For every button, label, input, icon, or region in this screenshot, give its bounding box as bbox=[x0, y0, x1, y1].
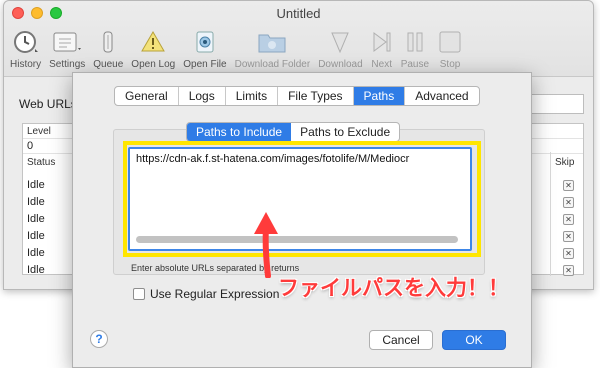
next-button[interactable]: Next bbox=[371, 27, 393, 70]
tab-logs[interactable]: Logs bbox=[179, 87, 226, 105]
path-text: https://cdn-ak.f.st-hatena.com/images/fo… bbox=[136, 153, 410, 165]
table-row: Idle bbox=[27, 264, 45, 276]
level-value: 0 bbox=[27, 140, 34, 152]
stop-label: Stop bbox=[439, 59, 461, 70]
paths-exclude-segment[interactable]: Paths to Exclude bbox=[291, 123, 399, 141]
paths-segmented-control: Paths to Include Paths to Exclude bbox=[186, 122, 401, 142]
window-title: Untitled bbox=[276, 6, 321, 21]
title-bar: Untitled History Settings Queue Open Log… bbox=[4, 1, 593, 77]
ok-button[interactable]: OK bbox=[442, 330, 506, 350]
history-button[interactable]: History bbox=[10, 27, 41, 70]
paths-textarea[interactable]: https://cdn-ak.f.st-hatena.com/images/fo… bbox=[128, 147, 472, 251]
tab-limits[interactable]: Limits bbox=[226, 87, 279, 105]
table-row: Idle bbox=[27, 230, 45, 242]
skip-x-icon[interactable]: ✕ bbox=[563, 248, 574, 259]
download-label: Download bbox=[318, 59, 363, 70]
settings-icon bbox=[51, 27, 83, 57]
settings-sheet: General Logs Limits File Types Paths Adv… bbox=[72, 72, 532, 368]
stop-button[interactable]: Stop bbox=[437, 27, 463, 70]
folder-icon bbox=[257, 27, 287, 57]
regex-label: Use Regular Expression bbox=[150, 287, 280, 301]
next-label: Next bbox=[371, 59, 392, 70]
eye-icon bbox=[192, 27, 218, 57]
table-row: Idle bbox=[27, 179, 45, 191]
level-header: Level bbox=[27, 126, 51, 137]
web-urls-label: Web URLs bbox=[19, 97, 77, 111]
annotation-text: ファイルパスを入力！！ bbox=[278, 277, 509, 300]
open-log-label: Open Log bbox=[131, 59, 176, 70]
skip-x-icon[interactable]: ✕ bbox=[563, 180, 574, 191]
skip-x-icon[interactable]: ✕ bbox=[563, 214, 574, 225]
help-button[interactable]: ? bbox=[90, 330, 108, 348]
warning-icon bbox=[140, 27, 166, 57]
clock-icon bbox=[13, 27, 39, 57]
pause-button[interactable]: Pause bbox=[401, 27, 429, 70]
tab-paths[interactable]: Paths bbox=[353, 87, 406, 105]
settings-tabs: General Logs Limits File Types Paths Adv… bbox=[114, 86, 480, 106]
queue-icon bbox=[100, 27, 116, 57]
open-file-label: Open File bbox=[183, 59, 227, 70]
pause-icon bbox=[404, 27, 426, 57]
table-row: Idle bbox=[27, 213, 45, 225]
table-row: Idle bbox=[27, 196, 45, 208]
skip-header: Skip bbox=[555, 157, 575, 168]
settings-button[interactable]: Settings bbox=[49, 27, 85, 70]
next-icon bbox=[371, 27, 393, 57]
annotation-arrow-icon bbox=[254, 212, 278, 278]
skip-x-icon[interactable]: ✕ bbox=[563, 265, 574, 276]
tab-file-types[interactable]: File Types bbox=[278, 87, 354, 105]
download-folder-button[interactable]: Download Folder bbox=[234, 27, 311, 70]
open-log-button[interactable]: Open Log bbox=[131, 27, 175, 70]
queue-label: Queue bbox=[93, 59, 124, 70]
toolbar: History Settings Queue Open Log Open Fil… bbox=[10, 27, 471, 70]
pause-label: Pause bbox=[400, 59, 430, 70]
cancel-button[interactable]: Cancel bbox=[369, 330, 433, 350]
regex-checkbox-row[interactable]: Use Regular Expression bbox=[133, 287, 279, 301]
divider bbox=[550, 152, 551, 276]
history-label: History bbox=[10, 59, 42, 70]
tab-advanced[interactable]: Advanced bbox=[405, 87, 478, 105]
table-row: Idle bbox=[27, 247, 45, 259]
horizontal-scrollbar[interactable] bbox=[136, 236, 458, 243]
stop-icon bbox=[437, 27, 463, 57]
regex-checkbox[interactable] bbox=[133, 288, 145, 300]
download-button[interactable]: Download bbox=[318, 27, 363, 70]
download-folder-label: Download Folder bbox=[234, 59, 311, 70]
queue-button[interactable]: Queue bbox=[93, 27, 123, 70]
tab-general[interactable]: General bbox=[115, 87, 179, 105]
open-file-button[interactable]: Open File bbox=[183, 27, 227, 70]
skip-x-icon[interactable]: ✕ bbox=[563, 197, 574, 208]
download-icon bbox=[327, 27, 353, 57]
skip-x-icon[interactable]: ✕ bbox=[563, 231, 574, 242]
settings-label: Settings bbox=[49, 59, 86, 70]
paths-include-segment[interactable]: Paths to Include bbox=[187, 123, 292, 141]
status-header: Status bbox=[27, 157, 56, 168]
